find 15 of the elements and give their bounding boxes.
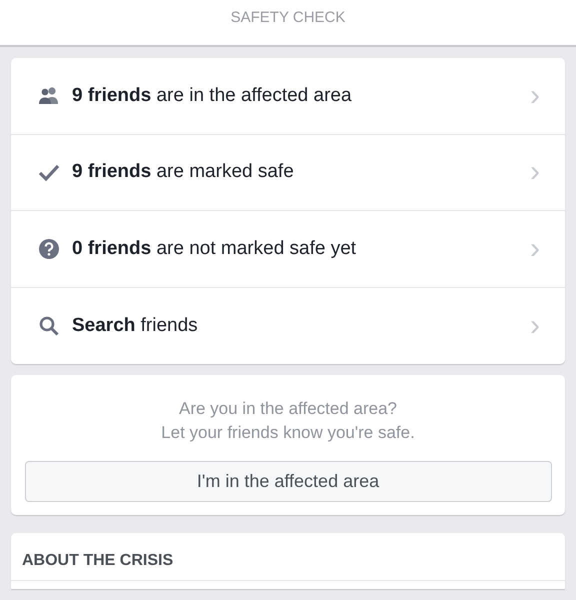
chevron-icon: › <box>530 234 540 264</box>
chevron-icon: › <box>530 310 540 341</box>
prompt-text: Are you in the affected area? Let your friends know you're safe. <box>160 398 416 444</box>
people-icon <box>38 84 60 107</box>
row-label[interactable]: 9 friends are marked safe <box>72 158 530 186</box>
help-icon <box>38 238 60 260</box>
chevron-icon: › <box>530 80 540 111</box>
affected-area-button[interactable]: I'm in the affected area <box>24 461 552 502</box>
row-label[interactable]: 9 friends are in the affected area <box>72 82 530 110</box>
chevron-icon: › <box>530 157 540 188</box>
section-heading: ABOUT THE CRISIS <box>11 533 565 581</box>
search-icon <box>38 314 60 337</box>
row-label[interactable]: Search friends <box>72 312 530 340</box>
row-label[interactable]: 0 friends are not marked safe yet <box>72 234 530 263</box>
page-subtitle: SAFETY CHECK <box>230 8 346 28</box>
